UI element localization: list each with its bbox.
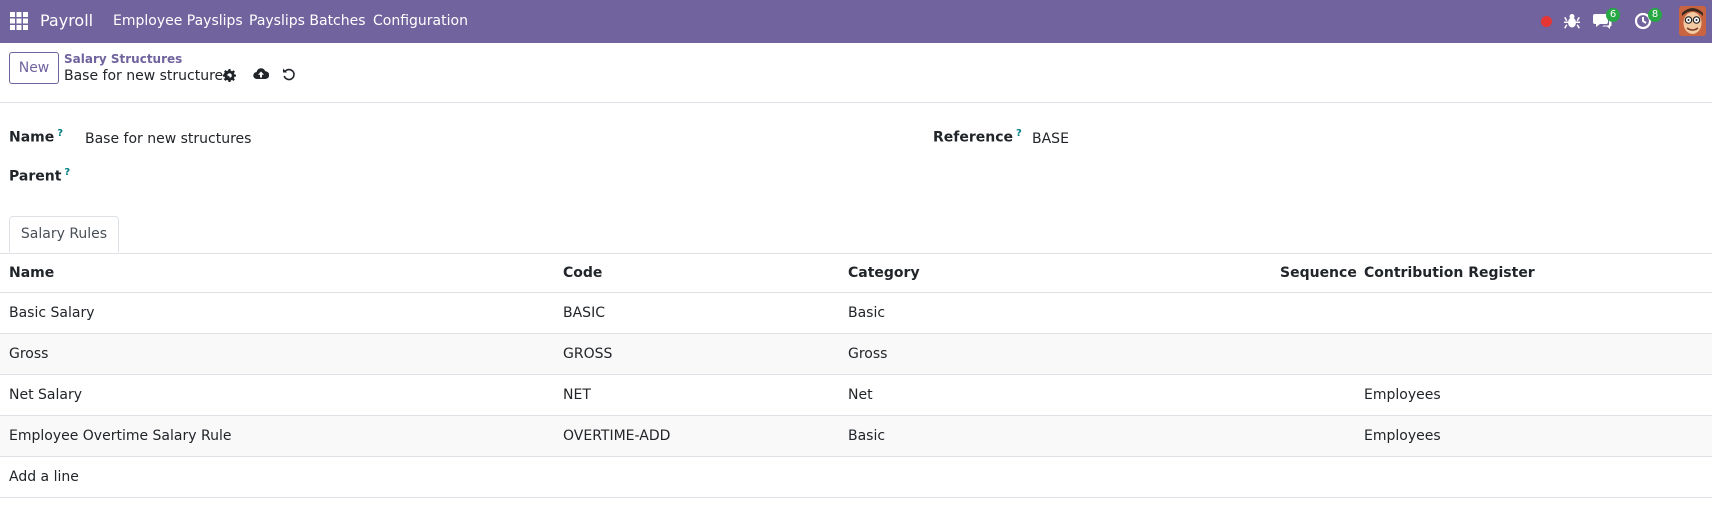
top-navbar: Payroll Employee Payslips Payslips Batch… [0,0,1712,43]
cell-contribution-register[interactable] [1355,333,1712,375]
name-help-icon[interactable]: ? [57,128,63,139]
cell-name[interactable]: Basic Salary [0,292,554,334]
cell-sequence[interactable] [1271,333,1355,375]
reference-field[interactable]: BASE [1032,131,1069,147]
cell-name[interactable]: Employee Overtime Salary Rule [0,415,554,457]
column-header-category[interactable]: Category [839,254,1271,293]
table-row[interactable]: Basic Salary BASIC Basic [0,292,1712,334]
cell-sequence[interactable] [1271,415,1355,457]
cell-code[interactable]: OVERTIME-ADD [554,415,839,457]
parent-field[interactable] [85,166,885,186]
activity-count-badge: 8 [1648,8,1662,22]
reference-help-icon[interactable]: ? [1016,128,1022,139]
salary-rules-table: Name Code Category Sequence Contribution… [0,254,1712,498]
table-row[interactable]: Net Salary NET Net Employees [0,374,1712,416]
column-header-sequence[interactable]: Sequence [1271,254,1357,293]
cell-name[interactable]: Net Salary [0,374,554,416]
name-field[interactable]: Base for new structures [85,131,251,147]
reference-label: Reference? [933,128,1022,146]
cell-code[interactable]: GROSS [554,333,839,375]
menu-configuration[interactable]: Configuration [373,13,468,29]
apps-grid-icon[interactable] [10,12,28,30]
column-header-contribution-register[interactable]: Contribution Register [1355,254,1712,293]
avatar-face-icon [1679,6,1706,36]
cell-category[interactable]: Gross [839,333,1271,375]
cell-category[interactable]: Basic [839,292,1271,334]
name-label: Name? [9,128,63,146]
parent-label-text: Parent [9,168,62,185]
cell-category[interactable]: Net [839,374,1271,416]
new-button[interactable]: New [9,52,59,84]
control-panel: New Salary Structures Base for new struc… [0,43,1712,103]
user-avatar[interactable] [1679,6,1706,36]
parent-label: Parent? [9,167,70,185]
menu-payslips-batches[interactable]: Payslips Batches [249,13,366,29]
cell-code[interactable]: NET [554,374,839,416]
app-brand[interactable]: Payroll [40,11,93,30]
name-label-text: Name [9,129,55,146]
table-row[interactable]: Employee Overtime Salary Rule OVERTIME-A… [0,415,1712,457]
cell-sequence[interactable] [1271,374,1355,416]
cell-contribution-register[interactable] [1355,292,1712,334]
cell-name[interactable]: Gross [0,333,554,375]
table-row[interactable]: Gross GROSS Gross [0,333,1712,375]
cloud-upload-save-icon[interactable] [253,67,269,81]
cell-sequence[interactable] [1271,292,1355,334]
menu-employee-payslips[interactable]: Employee Payslips [113,13,243,29]
table-header-row: Name Code Category Sequence Contribution… [0,254,1712,293]
column-header-code[interactable]: Code [554,254,839,293]
cell-code[interactable]: BASIC [554,292,839,334]
reference-label-text: Reference [933,129,1014,146]
column-header-name[interactable]: Name [0,254,554,293]
cell-contribution-register[interactable]: Employees [1355,415,1712,457]
gear-icon[interactable] [223,69,236,82]
discard-undo-icon[interactable] [282,67,296,81]
add-a-line-link[interactable]: Add a line [0,456,1712,498]
messages-count-badge: 6 [1606,8,1620,22]
breadcrumb-parent-link[interactable]: Salary Structures [64,52,182,66]
cell-contribution-register[interactable]: Employees [1355,374,1712,416]
parent-help-icon[interactable]: ? [64,167,70,178]
tab-salary-rules[interactable]: Salary Rules [9,216,119,253]
recording-indicator-icon[interactable] [1541,16,1552,27]
cell-category[interactable]: Basic [839,415,1271,457]
breadcrumb-current: Base for new structures [64,68,231,84]
debug-bug-icon[interactable] [1564,12,1580,30]
add-line-row: Add a line [0,456,1712,498]
